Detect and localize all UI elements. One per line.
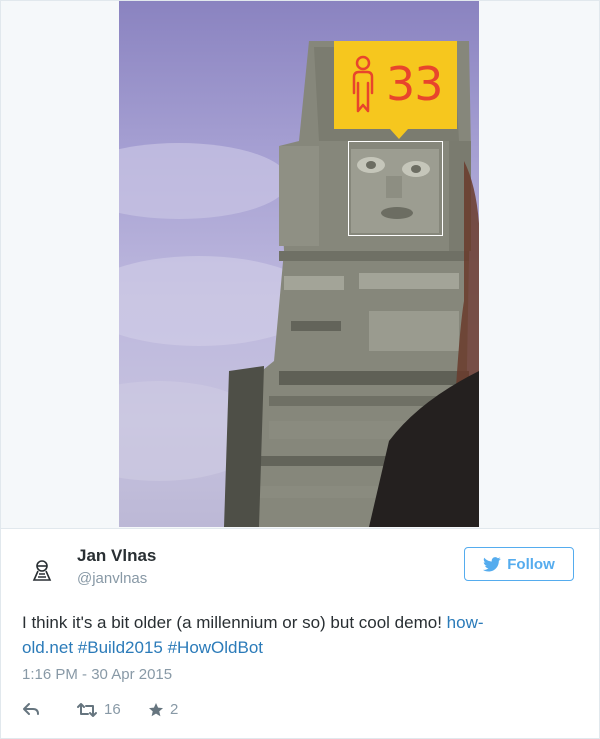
favorite-button[interactable]: 2 — [148, 701, 178, 718]
hashtag-howoldbot[interactable]: #HowOldBot — [168, 638, 263, 657]
star-icon — [149, 702, 163, 716]
twitter-bird-icon — [483, 556, 501, 572]
person-icon — [352, 55, 374, 113]
author-name[interactable]: Jan Vlnas — [77, 546, 156, 566]
tweet-body: Jan Vlnas @janvlnas Follow I think it's … — [1, 528, 599, 739]
follow-button[interactable]: Follow — [464, 547, 574, 581]
reply-button[interactable] — [22, 701, 40, 717]
media-area: 33 — [1, 1, 599, 528]
reply-icon — [23, 703, 39, 715]
favorite-count: 2 — [170, 701, 179, 718]
tweet-timestamp[interactable]: 1:16 PM - 30 Apr 2015 — [22, 666, 172, 683]
hashtag-build2015[interactable]: #Build2015 — [78, 638, 163, 657]
follow-label: Follow — [507, 555, 555, 573]
retweet-button[interactable]: 16 — [76, 701, 121, 718]
link-how-old-cont[interactable]: old.net — [22, 638, 73, 657]
avatar-icon[interactable] — [29, 557, 55, 583]
tweet-text-plain: I think it's a bit older (a millennium o… — [22, 613, 447, 632]
retweet-count: 16 — [104, 701, 121, 718]
tweet-text: I think it's a bit older (a millennium o… — [22, 610, 582, 660]
age-badge: 33 — [334, 41, 457, 139]
link-how-old[interactable]: how- — [447, 613, 484, 632]
face-detection-box — [348, 141, 443, 236]
age-number: 33 — [386, 57, 444, 111]
tweet-card: 33 Jan Vlnas @janvlnas Follow I think it… — [0, 0, 600, 739]
retweet-icon — [77, 702, 97, 717]
author-handle[interactable]: @janvlnas — [77, 570, 147, 587]
